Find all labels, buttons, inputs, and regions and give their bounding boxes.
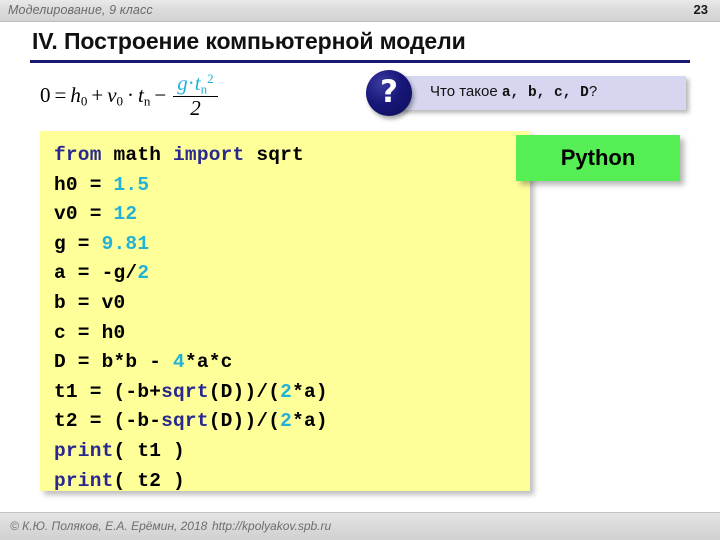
code-line: D = b*b - 4*a*c <box>54 348 530 378</box>
footer-url[interactable]: http://kpolyakov.spb.ru <box>212 519 331 533</box>
footer-copyright: © К.Ю. Поляков, Е.А. Ерёмин, 2018 <box>10 519 208 533</box>
code-line: c = h0 <box>54 319 530 349</box>
code-token: t1 = (-b+ <box>54 380 162 403</box>
title-underline-divider <box>30 60 690 63</box>
code-token: c = h0 <box>54 321 126 344</box>
formula-minus: − <box>154 83 167 108</box>
code-token: h0 = <box>54 173 114 196</box>
formula-plus: + <box>91 83 104 108</box>
physics-formula: 0 = h0 + v0 · tn − g·tn2 2 <box>40 72 218 119</box>
code-line: a = -g/2 <box>54 259 530 289</box>
code-token: import <box>173 144 245 166</box>
question-mark-icon: ? <box>366 70 412 116</box>
code-block: from math import sqrt h0 = 1.5 v0 = 12 g = … <box>40 131 530 492</box>
code-token: ( t2 ) <box>113 469 185 492</box>
code-token: (D))/( <box>208 410 281 433</box>
course-title: Моделирование, 9 класс <box>8 3 153 17</box>
code-token: 9.81 <box>101 232 150 255</box>
code-token: sqrt <box>161 410 209 433</box>
formula-term-h0: h0 <box>70 82 88 108</box>
code-token: 4 <box>173 351 185 374</box>
code-line: g = 9.81 <box>54 230 530 260</box>
page-title: IV. Построение компьютерной модели <box>32 28 466 54</box>
code-token: 2 <box>280 410 293 433</box>
code-token: from <box>54 144 102 166</box>
formula-term-v0: v0 <box>107 82 124 108</box>
code-token: 12 <box>113 203 138 226</box>
code-token: g = <box>54 232 102 255</box>
code-token: *a) <box>292 410 328 433</box>
formula-fraction-numerator: g·tn2 <box>173 72 218 98</box>
code-token: sqrt <box>244 144 304 166</box>
python-language-badge: Python <box>516 135 680 181</box>
header-bar: Моделирование, 9 класс 23 <box>0 0 720 22</box>
code-token: (D))/( <box>208 380 281 403</box>
python-badge-label: Python <box>560 145 636 170</box>
code-token: a = -g/ <box>54 262 138 285</box>
code-line: print( t2 ) <box>54 467 530 497</box>
code-token: v0 = <box>54 203 114 226</box>
footer-bar: © К.Ю. Поляков, Е.А. Ерёмин, 2018 http:/… <box>0 512 720 540</box>
formula-term-tn: tn <box>138 82 151 108</box>
code-line: from math import sqrt <box>54 141 530 171</box>
code-token: 1.5 <box>113 173 150 196</box>
code-token: ( t1 ) <box>113 439 185 462</box>
formula-lhs: 0 <box>40 83 51 108</box>
code-token: D = b*b - <box>54 351 174 374</box>
code-token: b = v0 <box>54 291 126 314</box>
code-line: v0 = 12 <box>54 200 530 230</box>
question-callout: Что такое a, b, c, D? <box>388 76 686 110</box>
code-token: print <box>54 469 114 492</box>
formula-dot: · <box>127 83 135 108</box>
code-line: t1 = (-b+sqrt(D))/(2*a) <box>54 378 530 408</box>
code-token: t2 = (-b- <box>54 410 162 433</box>
code-line: b = v0 <box>54 289 530 319</box>
code-line: print( t1 ) <box>54 437 530 467</box>
code-line: t2 = (-b-sqrt(D))/(2*a) <box>54 407 530 437</box>
code-line: h0 = 1.5 <box>54 171 530 201</box>
code-token: *a*c <box>184 351 233 374</box>
code-token: math <box>101 144 174 166</box>
code-token: sqrt <box>161 380 209 403</box>
question-mark-glyph: ? <box>380 74 398 110</box>
formula-fraction-denominator: 2 <box>190 96 201 121</box>
formula-fraction: g·tn2 2 <box>173 72 218 121</box>
code-token: *a) <box>292 380 328 403</box>
code-token: 2 <box>280 380 293 403</box>
page-number: 23 <box>693 2 708 17</box>
code-token: print <box>54 439 114 462</box>
formula-equals: = <box>54 83 67 108</box>
question-callout-text: Что такое a, b, c, D? <box>430 83 598 101</box>
code-token: 2 <box>137 262 150 285</box>
